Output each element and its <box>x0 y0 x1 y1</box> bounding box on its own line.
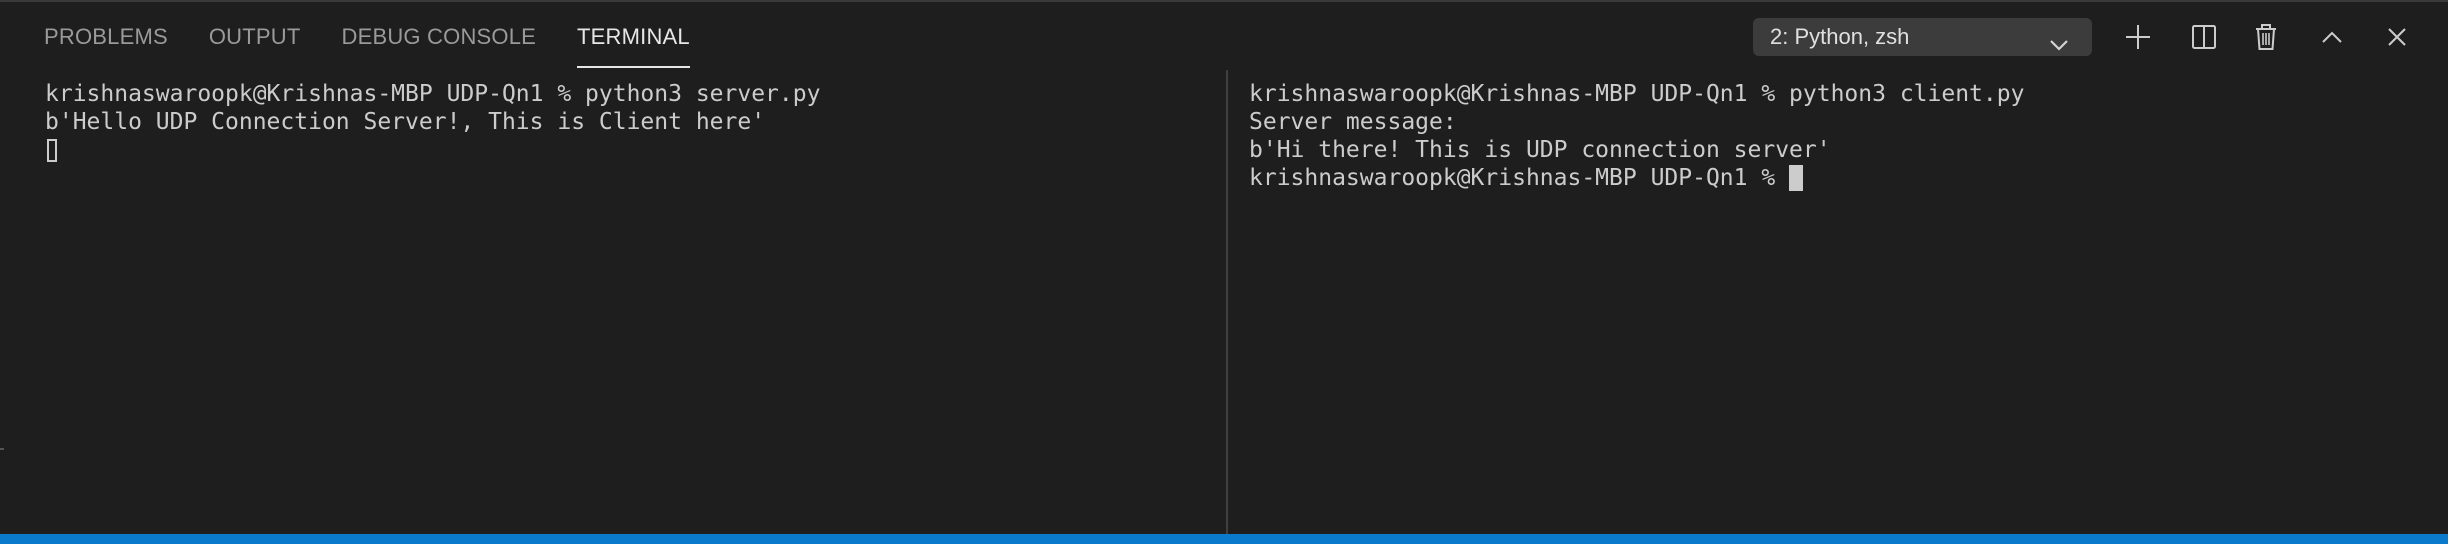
chevron-up-icon <box>2318 23 2346 51</box>
new-terminal-button[interactable] <box>2117 16 2159 58</box>
terminal-line: b'Hello UDP Connection Server!, This is … <box>45 109 766 135</box>
terminal-line: Server message: <box>1249 109 1457 135</box>
terminal-cursor <box>1789 165 1804 191</box>
trash-icon <box>2252 23 2280 51</box>
terminal-selector-value: 2: Python, zsh <box>1770 24 1910 49</box>
edge-mark <box>0 448 4 450</box>
tab-output[interactable]: OUTPUT <box>209 2 301 68</box>
split-icon <box>2190 23 2218 51</box>
terminal-pane-client[interactable]: krishnaswaroopk@Krishnas-MBP UDP-Qn1 % p… <box>1228 68 2448 534</box>
chevron-down-icon <box>2048 28 2070 51</box>
terminal-pane-server[interactable]: krishnaswaroopk@Krishnas-MBP UDP-Qn1 % p… <box>0 68 1226 534</box>
tab-terminal[interactable]: TERMINAL <box>577 2 690 68</box>
terminal-cursor <box>47 139 57 162</box>
split-terminal-button[interactable] <box>2183 16 2225 58</box>
terminal-prompt-line: krishnaswaroopk@Krishnas-MBP UDP-Qn1 % <box>1249 164 2448 192</box>
terminal-line: krishnaswaroopk@Krishnas-MBP UDP-Qn1 % p… <box>45 81 821 107</box>
tab-debug-console[interactable]: DEBUG CONSOLE <box>342 2 537 68</box>
terminal-line: krishnaswaroopk@Krishnas-MBP UDP-Qn1 % p… <box>1249 81 2025 107</box>
terminal-cursor-line <box>45 136 1226 164</box>
terminal-line: b'Hi there! This is UDP connection serve… <box>1249 137 1831 163</box>
tab-problems[interactable]: PROBLEMS <box>44 2 168 68</box>
kill-terminal-button[interactable] <box>2245 16 2287 58</box>
panel-header: PROBLEMS OUTPUT DEBUG CONSOLE TERMINAL 2… <box>0 2 2448 68</box>
close-panel-button[interactable] <box>2376 16 2418 58</box>
maximize-panel-button[interactable] <box>2311 16 2353 58</box>
plus-icon <box>2124 23 2152 51</box>
terminal-selector[interactable]: 2: Python, zsh <box>1753 18 2092 56</box>
close-icon <box>2383 23 2411 51</box>
terminal-prompt: krishnaswaroopk@Krishnas-MBP UDP-Qn1 % <box>1249 165 1776 191</box>
panel-tabs: PROBLEMS OUTPUT DEBUG CONSOLE TERMINAL <box>44 2 731 68</box>
status-bar <box>0 534 2448 544</box>
